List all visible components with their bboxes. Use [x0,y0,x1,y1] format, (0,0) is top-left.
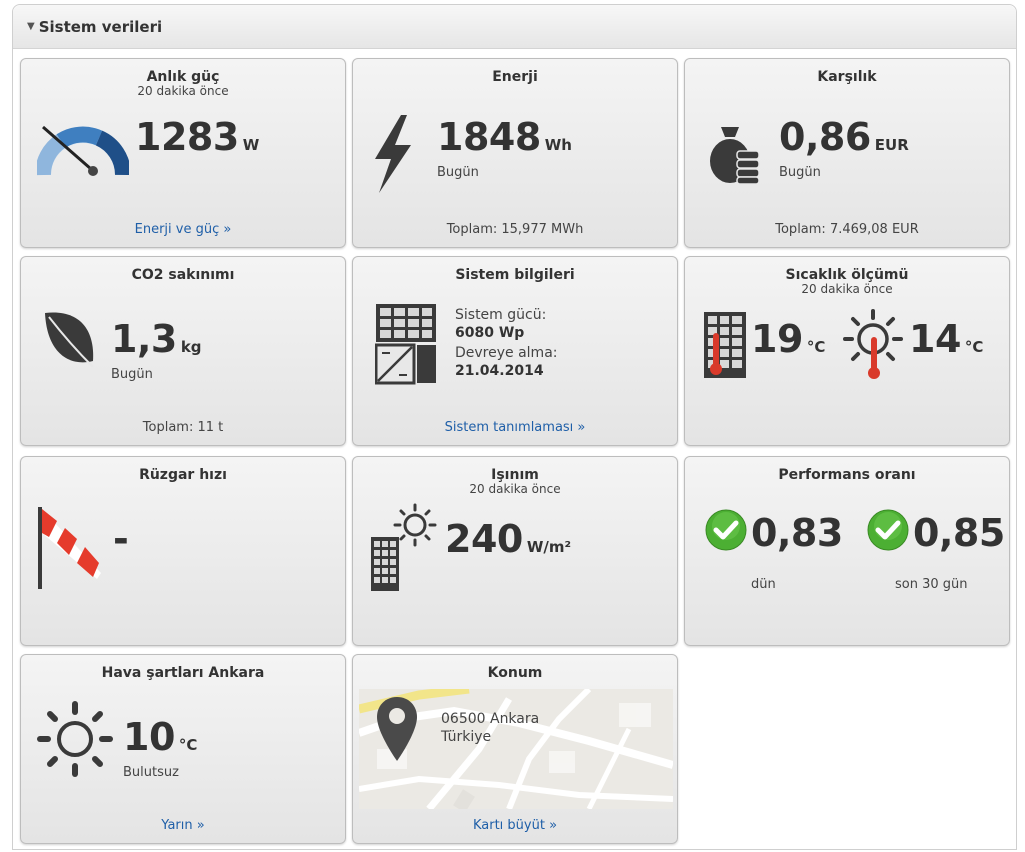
revenue-total: Toplam: 7.469,08 EUR [775,222,919,237]
performance-yesterday-value: 0,83 [751,511,843,555]
revenue-value-wrap: 0,86 EUR [779,115,909,159]
performance-month-value: 0,85 [913,511,1005,555]
card-title: Işınım [491,467,539,483]
performance-month-label: son 30 gün [895,577,968,592]
card-title: Hava şartları Ankara [101,665,265,681]
irradiance-unit: W/m² [526,538,572,556]
map-pin-icon [377,697,417,761]
card-title: Enerji [492,69,538,85]
tomorrow-forecast-link[interactable]: Yarın » [21,818,345,833]
card-location: Konum 06500 Ankara Türkiye Kartı büyüt » [352,654,678,844]
weather-condition: Bulutsuz [123,765,179,780]
windsock-icon [38,507,101,589]
money-bag-icon [710,127,760,185]
ambient-temp-unit: °C [964,338,984,356]
card-temperature: Sıcaklık ölçümü 20 dakika önce 19 °C 14 °C [684,256,1010,446]
weather-value-wrap: 10 °C [123,715,197,759]
card-instant-power: Anlık güç 20 dakika önce 1283 W Enerji ve… [20,58,346,248]
collapse-caret-icon[interactable]: ▼ [27,21,35,32]
energy-today-label: Bugün [437,165,479,180]
sun-panel-icon [371,503,437,591]
irradiance-value: 240 [445,517,523,561]
lightning-bolt-icon [375,115,411,193]
solar-inverter-icon [375,304,436,385]
check-circle-icon [867,509,909,551]
revenue-unit: EUR [874,136,909,154]
performance-yesterday-label: dün [751,577,776,592]
card-title: CO2 sakınımı [131,267,235,283]
card-title: Performans oranı [778,467,916,483]
leaf-icon [45,312,94,368]
commissioning-date: 21.04.2014 [455,363,544,379]
card-subtitle: 20 dakika önce [137,84,229,98]
co2-today-label: Bugün [111,367,153,382]
system-description-link[interactable]: Sistem tanımlaması » [353,420,677,435]
system-power-value: 6080 Wp [455,325,525,341]
wind-speed-value: - [113,517,129,561]
energy-total: Toplam: 15,977 MWh [446,222,584,237]
module-temp-unit: °C [806,338,826,356]
card-subtitle: 20 dakika önce [801,282,893,296]
card-subtitle: 20 dakika önce [469,482,561,496]
weather-temp-unit: °C [178,736,198,754]
card-performance-ratio: Performans oranı 0,83 dün 0,85 son 30 gü… [684,456,1010,646]
card-title: Konum [487,665,543,681]
commissioning-label: Devreye alma: [455,345,558,361]
power-value: 1283 [135,115,239,159]
location-address-line2: Türkiye [441,729,492,745]
gauge-icon [37,125,129,176]
panel-header[interactable]: ▼ Sistem verileri [13,5,1016,49]
irradiance-value-wrap: 240 W/m² [445,517,571,561]
power-value-wrap: 1283 W [135,115,259,159]
energy-unit: Wh [544,136,572,154]
card-title: Karşılık [817,69,877,85]
location-address-line1: 06500 Ankara [441,711,540,727]
module-temp-value: 19 [751,317,803,361]
weather-temp-value: 10 [123,715,175,759]
enlarge-map-link[interactable]: Kartı büyüt » [353,818,677,833]
module-temp-wrap: 19 °C [751,317,825,361]
energy-value-wrap: 1848 Wh [437,115,572,159]
ambient-temp-wrap: 14 °C [909,317,983,361]
co2-total: Toplam: 11 t [142,420,224,435]
card-revenue: Karşılık 0,86 EUR Bugün Toplam: 7.469,08 … [684,58,1010,248]
card-wind-speed: Rüzgar hızı - [20,456,346,646]
check-circle-icon [705,509,747,551]
card-title: Sistem bilgileri [455,267,575,283]
card-weather: Hava şartları Ankara 10 °C Bulutsuz Yarın… [20,654,346,844]
module-thermometer-icon [704,312,746,378]
card-title: Sıcaklık ölçümü [785,267,909,283]
energy-and-power-link[interactable]: Enerji ve güç » [21,222,345,237]
card-title: Rüzgar hızı [139,467,227,483]
card-irradiance: Işınım 20 dakika önce 240 W/m² [352,456,678,646]
power-unit: W [242,136,260,154]
card-energy: Enerji 1848 Wh Bugün Toplam: 15,977 MWh [352,58,678,248]
card-title: Anlık güç [146,69,220,85]
sun-icon [37,701,113,777]
revenue-value: 0,86 [779,115,871,159]
system-power-label: Sistem gücü: [455,307,547,323]
card-system-info: Sistem bilgileri Sistem gücü: 6080 Wp De… [352,256,678,446]
energy-value: 1848 [437,115,541,159]
co2-value: 1,3 [111,317,177,361]
card-co2-savings: CO2 sakınımı 1,3 kg Bugün Toplam: 11 t [20,256,346,446]
co2-value-wrap: 1,3 kg [111,317,202,361]
panel-title: Sistem verileri [38,17,163,36]
revenue-today-label: Bugün [779,165,821,180]
co2-unit: kg [180,338,202,356]
ambient-temp-value: 14 [909,317,961,361]
ambient-sun-thermometer-icon [843,309,903,379]
